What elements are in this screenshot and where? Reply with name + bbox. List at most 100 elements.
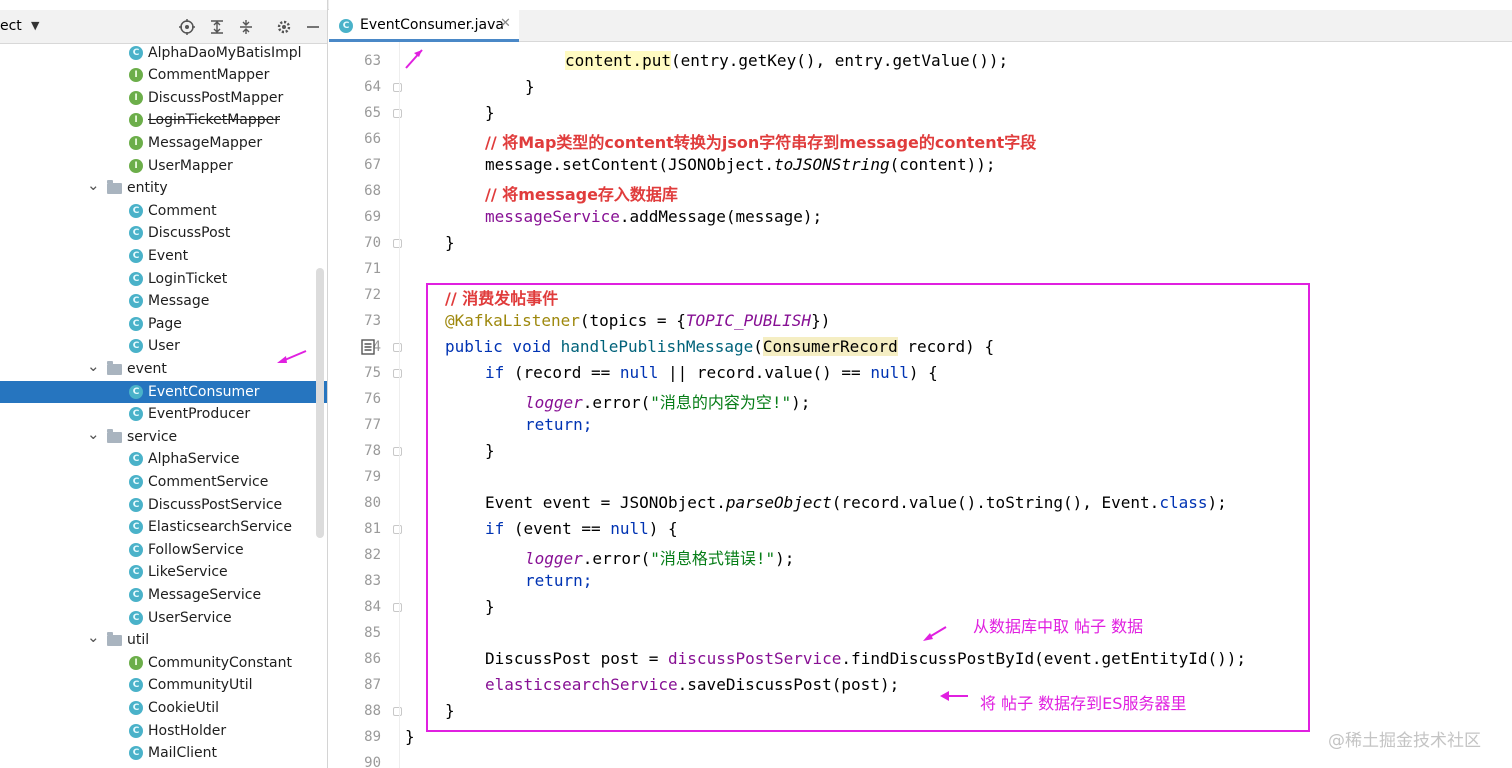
tree-item-label: AlphaDaoMyBatisImpl <box>148 44 302 61</box>
chevron-down-icon[interactable]: ⌄ <box>87 628 100 646</box>
tree-item-communityutil[interactable]: C CommunityUtil <box>0 674 327 697</box>
line-number: 63 <box>364 53 381 69</box>
collapse-all-icon[interactable] <box>235 16 257 38</box>
tree-item-loginticketmapper[interactable]: I LoginTicketMapper <box>0 109 327 132</box>
folder-icon <box>107 180 122 195</box>
class-icon: C <box>339 19 353 33</box>
code-token: .addMessage(message); <box>619 207 823 226</box>
code-line-64: } <box>525 77 535 96</box>
project-panel: C AlphaDaoMyBatisImpl I CommentMapper I Discu… <box>0 0 328 768</box>
chevron-down-icon[interactable]: ⌄ <box>87 176 100 194</box>
tree-item-message[interactable]: C Message <box>0 290 327 313</box>
tree-item-alphaservice[interactable]: C AlphaService <box>0 448 327 471</box>
fold-marker-icon[interactable] <box>393 369 402 378</box>
fold-marker-icon[interactable] <box>393 109 402 118</box>
tree-item-entity[interactable]: ⌄ entity <box>0 176 327 200</box>
chevron-down-icon[interactable]: ⌄ <box>87 357 100 375</box>
tree-item-elasticsearchservice[interactable]: C ElasticsearchService <box>0 516 327 539</box>
tree-item-label: MailClient <box>148 745 217 762</box>
gear-icon[interactable] <box>273 16 295 38</box>
class-icon: C <box>129 339 143 354</box>
tree-item-label: CommunityConstant <box>148 654 292 671</box>
tree-item-label: CookieUtil <box>148 699 220 716</box>
fold-marker-icon[interactable] <box>393 603 402 612</box>
tree-item-likeservice[interactable]: C LikeService <box>0 561 327 584</box>
tree-item-page[interactable]: C Page <box>0 313 327 336</box>
project-scrollbar[interactable] <box>316 268 324 538</box>
tree-item-comment[interactable]: C Comment <box>0 200 327 223</box>
line-number: 87 <box>364 677 381 693</box>
interface-icon: I <box>129 68 143 83</box>
line-number: 64 <box>364 79 381 95</box>
fold-marker-icon[interactable] <box>393 239 402 248</box>
fold-marker-icon[interactable] <box>393 525 402 534</box>
tree-item-hostholder[interactable]: C HostHolder <box>0 720 327 743</box>
tree-item-label: HostHolder <box>148 722 227 739</box>
tree-item-event[interactable]: C Event <box>0 245 327 268</box>
line-number: 65 <box>364 105 381 121</box>
fold-marker-icon[interactable] <box>393 707 402 716</box>
tree-item-userservice[interactable]: C UserService <box>0 607 327 630</box>
folder-icon <box>107 632 122 647</box>
class-icon: C <box>129 474 143 489</box>
tree-item-usermapper[interactable]: I UserMapper <box>0 155 327 178</box>
tree-item-eventconsumer[interactable]: C EventConsumer <box>0 380 327 404</box>
tree-item-loginticket[interactable]: C LoginTicket <box>0 268 327 291</box>
line-number: 66 <box>364 131 381 147</box>
fold-marker-icon[interactable] <box>393 343 402 352</box>
tree-item-label: DiscussPost <box>148 225 231 242</box>
fold-marker-icon[interactable] <box>393 83 402 92</box>
tree-item-discusspostmapper[interactable]: I DiscussPostMapper <box>0 87 327 110</box>
tree-item-label: Page <box>148 315 182 332</box>
class-icon: C <box>129 203 143 218</box>
code-line-69: messageService.addMessage(message); <box>485 207 822 226</box>
tree-item-label: Message <box>148 293 210 310</box>
line-number: 76 <box>364 391 381 407</box>
tree-item-communityconstant[interactable]: I CommunityConstant <box>0 652 327 675</box>
annotation-box <box>426 283 1310 732</box>
tree-item-cookieutil[interactable]: C CookieUtil <box>0 697 327 720</box>
tree-item-service[interactable]: ⌄ service <box>0 425 327 449</box>
locate-icon[interactable] <box>176 16 198 38</box>
project-tree: C AlphaDaoMyBatisImpl I CommentMapper I Discu… <box>0 0 327 768</box>
class-icon: C <box>129 746 143 761</box>
tree-item-mailclient[interactable]: C MailClient <box>0 742 327 765</box>
tree-item-eventproducer[interactable]: C EventProducer <box>0 403 327 426</box>
class-icon: C <box>129 248 143 263</box>
minimize-icon[interactable] <box>302 16 324 38</box>
line-number-gutter: 6364656667686970717273747576777879808182… <box>329 42 402 768</box>
tab-eventconsumer-java[interactable]: C EventConsumer.java ✕ <box>329 10 519 42</box>
line-number: 82 <box>364 547 381 563</box>
tree-item-commentmapper[interactable]: I CommentMapper <box>0 64 327 87</box>
project-panel-header: ect ▼ <box>0 10 327 44</box>
code-token: messageService <box>485 207 620 226</box>
close-icon[interactable]: ✕ <box>500 16 511 31</box>
annotation-arrow-icon <box>923 626 947 641</box>
code-comment-66: // 将Map类型的content转换为json字符串存到message的con… <box>485 133 1037 152</box>
interface-icon: I <box>129 655 143 670</box>
expand-all-icon[interactable] <box>206 16 228 38</box>
tree-item-followservice[interactable]: C FollowService <box>0 539 327 562</box>
interface-icon: I <box>129 135 143 150</box>
tree-item-alphadaomybatisimpl[interactable]: C AlphaDaoMyBatisImpl <box>0 42 327 65</box>
tree-item-label: CommentMapper <box>148 67 270 84</box>
chevron-down-icon[interactable]: ⌄ <box>87 425 100 443</box>
tree-item-discusspost[interactable]: C DiscussPost <box>0 222 327 245</box>
class-icon: C <box>129 452 143 467</box>
panel-title[interactable]: ect <box>0 18 22 34</box>
fold-marker-icon[interactable] <box>393 447 402 456</box>
line-number: 83 <box>364 573 381 589</box>
tree-item-label: LikeService <box>148 564 228 581</box>
annotation-arrow-icon <box>405 49 423 69</box>
tree-item-messagemapper[interactable]: I MessageMapper <box>0 132 327 155</box>
tree-item-commentservice[interactable]: C CommentService <box>0 471 327 494</box>
implements-gutter-icon[interactable] <box>361 339 375 355</box>
tree-item-label: LoginTicketMapper <box>148 112 280 129</box>
chevron-down-icon[interactable]: ▼ <box>31 19 39 32</box>
tree-item-label: service <box>127 428 178 445</box>
tree-item-messageservice[interactable]: C MessageService <box>0 584 327 607</box>
tree-item-discusspostservice[interactable]: C DiscussPostService <box>0 494 327 517</box>
tree-item-util[interactable]: ⌄ util <box>0 628 327 652</box>
code-token: (content)); <box>889 155 996 174</box>
line-number: 81 <box>364 521 381 537</box>
